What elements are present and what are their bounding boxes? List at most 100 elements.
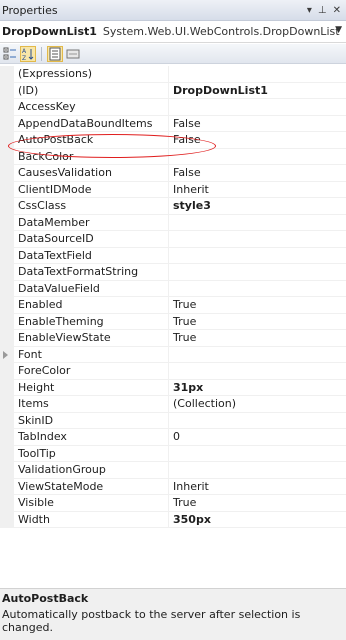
property-row[interactable]: AppendDataBoundItems False xyxy=(0,115,346,132)
property-name[interactable]: BackColor xyxy=(14,149,168,165)
property-name[interactable]: ForeColor xyxy=(14,363,168,380)
property-value[interactable] xyxy=(168,148,346,165)
property-row[interactable]: Width 350px xyxy=(0,511,346,528)
property-name[interactable]: (ID) xyxy=(14,83,168,99)
property-name[interactable]: Width xyxy=(14,512,168,528)
property-value[interactable]: Inherit xyxy=(168,478,346,495)
property-row[interactable]: ViewStateMode Inherit xyxy=(0,478,346,495)
property-value[interactable]: True xyxy=(168,330,346,347)
property-value[interactable]: style3 xyxy=(168,198,346,215)
property-row[interactable]: AccessKey xyxy=(0,99,346,116)
property-row[interactable]: ForeColor xyxy=(0,363,346,380)
property-value[interactable] xyxy=(168,264,346,281)
property-name[interactable]: Items xyxy=(14,396,168,413)
row-gutter xyxy=(0,379,14,396)
property-value[interactable]: 31px xyxy=(168,379,346,396)
property-name[interactable]: DataSourceID xyxy=(14,231,168,248)
property-row[interactable]: DataValueField xyxy=(0,280,346,297)
property-name[interactable]: ToolTip xyxy=(14,446,168,462)
property-value[interactable]: False xyxy=(168,165,346,182)
property-name[interactable]: EnableTheming xyxy=(14,314,168,330)
property-name[interactable]: Font xyxy=(14,347,168,363)
property-row[interactable]: CssClass style3 xyxy=(0,198,346,215)
property-value[interactable]: False xyxy=(168,115,346,132)
property-value[interactable]: 350px xyxy=(168,511,346,528)
property-row[interactable]: (ID) DropDownList1 xyxy=(0,82,346,99)
property-row[interactable]: BackColor xyxy=(0,148,346,165)
property-value[interactable] xyxy=(168,462,346,479)
property-row[interactable]: Enabled True xyxy=(0,297,346,314)
property-name[interactable]: (Expressions) xyxy=(14,66,168,83)
property-row[interactable]: AutoPostBack False xyxy=(0,132,346,149)
categorized-button[interactable] xyxy=(2,46,18,62)
property-row[interactable]: DataMember xyxy=(0,214,346,231)
property-name[interactable]: AutoPostBack xyxy=(14,132,168,149)
property-row[interactable]: (Expressions) xyxy=(0,66,346,83)
property-value[interactable] xyxy=(168,280,346,297)
alphabetical-button[interactable]: A Z xyxy=(20,45,36,62)
property-name[interactable]: ValidationGroup xyxy=(14,462,168,479)
property-row[interactable]: ValidationGroup xyxy=(0,462,346,479)
property-name[interactable]: Visible xyxy=(14,495,168,512)
property-name[interactable]: SkinID xyxy=(14,413,168,429)
property-name[interactable]: ClientIDMode xyxy=(14,182,168,198)
property-name[interactable]: DataTextFormatString xyxy=(14,264,168,281)
property-name[interactable]: DataValueField xyxy=(14,281,168,297)
property-value[interactable] xyxy=(168,247,346,264)
property-value[interactable] xyxy=(168,412,346,429)
property-row[interactable]: DataTextField xyxy=(0,247,346,264)
property-row[interactable]: DataTextFormatString xyxy=(0,264,346,281)
property-value[interactable]: (Collection) xyxy=(168,396,346,413)
property-row[interactable]: SkinID xyxy=(0,412,346,429)
property-name[interactable]: AccessKey xyxy=(14,99,168,116)
property-name[interactable]: ViewStateMode xyxy=(14,479,168,495)
property-value[interactable] xyxy=(168,363,346,380)
property-value[interactable] xyxy=(168,346,346,363)
property-row[interactable]: TabIndex 0 xyxy=(0,429,346,446)
alphabetical-icon: A Z xyxy=(22,48,34,61)
property-row[interactable]: Font xyxy=(0,346,346,363)
property-value[interactable] xyxy=(168,214,346,231)
property-name[interactable]: CausesValidation xyxy=(14,165,168,182)
window-title: Properties xyxy=(2,3,58,17)
property-name[interactable]: Enabled xyxy=(14,297,168,314)
object-selector[interactable]: DropDownList1 System.Web.UI.WebControls.… xyxy=(0,21,346,43)
row-gutter[interactable] xyxy=(0,346,14,363)
dropdown-arrow-icon[interactable]: ▾ xyxy=(307,5,312,16)
property-name[interactable]: AppendDataBoundItems xyxy=(14,116,168,132)
property-value[interactable]: DropDownList1 xyxy=(168,82,346,99)
property-value[interactable]: True xyxy=(168,313,346,330)
property-name[interactable]: Height xyxy=(14,380,168,396)
property-row[interactable]: Visible True xyxy=(0,495,346,512)
pin-icon[interactable]: ⊥ xyxy=(318,5,327,16)
property-value[interactable] xyxy=(168,66,346,83)
property-row[interactable]: EnableTheming True xyxy=(0,313,346,330)
property-row[interactable]: DataSourceID xyxy=(0,231,346,248)
property-name[interactable]: EnableViewState xyxy=(14,330,168,347)
row-gutter xyxy=(0,313,14,330)
row-gutter xyxy=(0,198,14,215)
property-name[interactable]: TabIndex xyxy=(14,429,168,446)
property-row[interactable]: Items (Collection) xyxy=(0,396,346,413)
property-name[interactable]: DataMember xyxy=(14,215,168,231)
property-row[interactable]: ClientIDMode Inherit xyxy=(0,181,346,198)
property-value[interactable] xyxy=(168,445,346,462)
property-row[interactable]: EnableViewState True xyxy=(0,330,346,347)
property-row[interactable]: Height 31px xyxy=(0,379,346,396)
close-icon[interactable]: ✕ xyxy=(333,5,341,16)
property-row[interactable]: ToolTip xyxy=(0,445,346,462)
properties-button[interactable] xyxy=(47,45,63,62)
property-name[interactable]: CssClass xyxy=(14,198,168,215)
property-value[interactable] xyxy=(168,231,346,248)
property-value[interactable]: False xyxy=(168,132,346,149)
chevron-down-icon[interactable]: ▼ xyxy=(335,25,342,35)
property-value[interactable] xyxy=(168,99,346,116)
events-button[interactable] xyxy=(65,46,81,62)
property-value[interactable]: True xyxy=(168,297,346,314)
property-row[interactable]: CausesValidation False xyxy=(0,165,346,182)
expand-arrow-icon[interactable] xyxy=(3,350,8,359)
property-value[interactable]: 0 xyxy=(168,429,346,446)
property-name[interactable]: DataTextField xyxy=(14,248,168,264)
property-value[interactable]: Inherit xyxy=(168,181,346,198)
property-value[interactable]: True xyxy=(168,495,346,512)
